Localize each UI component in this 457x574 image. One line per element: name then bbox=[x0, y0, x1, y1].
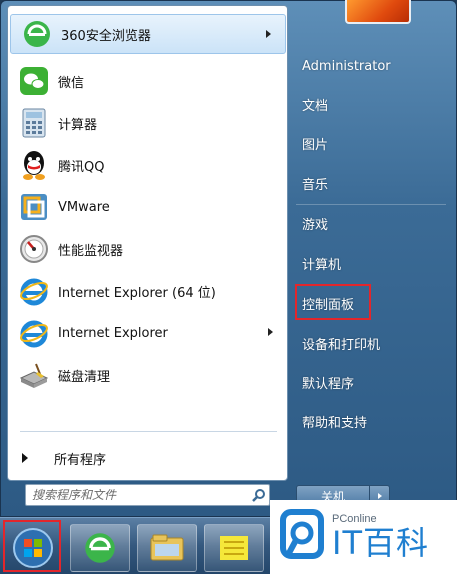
menu-label: Administrator bbox=[302, 58, 391, 74]
submenu-arrow-icon[interactable] bbox=[266, 30, 271, 38]
all-programs-button[interactable]: 所有程序 bbox=[8, 444, 287, 472]
menu-label: 游戏 bbox=[302, 217, 329, 233]
ie-icon bbox=[18, 275, 50, 307]
program-item-ie[interactable]: Internet Explorer bbox=[8, 313, 287, 353]
disk-cleanup-icon bbox=[18, 359, 50, 391]
program-label: 微信 bbox=[58, 75, 85, 91]
menu-item-pictures[interactable]: 图片 bbox=[302, 131, 328, 155]
menu-item-documents[interactable]: 文档 bbox=[302, 92, 328, 116]
start-button-highlight bbox=[3, 520, 61, 572]
360-browser-icon bbox=[85, 533, 115, 563]
submenu-arrow-icon[interactable] bbox=[268, 328, 273, 336]
program-label: 360安全浏览器 bbox=[61, 28, 151, 44]
menu-label: 帮助和支持 bbox=[302, 415, 368, 431]
qq-icon bbox=[18, 149, 50, 181]
watermark-brand-big: IT百科 bbox=[332, 524, 429, 562]
program-item-wechat[interactable]: 微信 bbox=[8, 61, 287, 101]
program-item-calculator[interactable]: 计算器 bbox=[8, 103, 287, 143]
360-browser-icon bbox=[21, 18, 53, 50]
wechat-icon bbox=[18, 65, 50, 97]
search-icon[interactable] bbox=[249, 485, 269, 505]
menu-label: 文档 bbox=[302, 98, 329, 114]
search-box bbox=[25, 484, 270, 506]
taskbar-explorer[interactable] bbox=[137, 524, 197, 572]
program-item-performance-monitor[interactable]: 性能监视器 bbox=[8, 229, 287, 269]
program-item-qq[interactable]: 腾讯QQ bbox=[8, 145, 287, 185]
menu-item-help-support[interactable]: 帮助和支持 bbox=[302, 409, 367, 433]
program-label: Internet Explorer bbox=[58, 325, 168, 341]
menu-item-devices-printers[interactable]: 设备和打印机 bbox=[302, 331, 380, 355]
program-label: 性能监视器 bbox=[58, 243, 124, 259]
calculator-icon bbox=[18, 107, 50, 139]
program-label: 计算器 bbox=[58, 117, 98, 133]
ie-icon bbox=[18, 317, 50, 349]
performance-monitor-icon bbox=[18, 233, 50, 265]
divider bbox=[20, 431, 277, 432]
menu-item-games[interactable]: 游戏 bbox=[302, 211, 328, 235]
menu-item-computer[interactable]: 计算机 bbox=[302, 251, 341, 275]
menu-label: 默认程序 bbox=[302, 376, 355, 392]
menu-item-administrator[interactable]: Administrator bbox=[302, 54, 391, 78]
program-label: Internet Explorer (64 位) bbox=[58, 285, 216, 301]
control-panel-highlight bbox=[295, 284, 371, 320]
arrow-right-icon bbox=[22, 453, 28, 463]
folder-icon bbox=[150, 534, 184, 561]
menu-label: 音乐 bbox=[302, 177, 329, 193]
program-list: 360安全浏览器 微信 计算器 腾讯QQ VMware 性能监视器 Intern… bbox=[8, 6, 287, 431]
program-label: 磁盘清理 bbox=[58, 369, 111, 385]
menu-label: 设备和打印机 bbox=[302, 337, 381, 353]
taskbar-360-browser[interactable] bbox=[70, 524, 130, 572]
vmware-icon bbox=[18, 191, 50, 223]
program-item-360-browser[interactable]: 360安全浏览器 bbox=[10, 14, 286, 54]
program-item-vmware[interactable]: VMware bbox=[8, 187, 287, 227]
program-label: 腾讯QQ bbox=[58, 159, 105, 175]
search-input[interactable] bbox=[26, 485, 249, 505]
watermark: PConline IT百科 bbox=[270, 500, 457, 574]
divider bbox=[296, 204, 446, 205]
user-picture[interactable] bbox=[345, 0, 411, 24]
program-label: VMware bbox=[58, 199, 110, 215]
chevron-right-icon bbox=[377, 493, 382, 499]
pconline-logo-icon bbox=[280, 509, 324, 559]
menu-item-music[interactable]: 音乐 bbox=[302, 171, 328, 195]
menu-label: 计算机 bbox=[302, 257, 342, 273]
document-icon bbox=[220, 536, 248, 560]
programs-panel: 360安全浏览器 微信 计算器 腾讯QQ VMware 性能监视器 Intern… bbox=[7, 5, 288, 481]
program-item-disk-cleanup[interactable]: 磁盘清理 bbox=[8, 355, 287, 395]
all-programs-label: 所有程序 bbox=[54, 452, 107, 468]
menu-label: 图片 bbox=[302, 137, 329, 153]
program-item-ie-64[interactable]: Internet Explorer (64 位) bbox=[8, 271, 287, 311]
menu-item-default-programs[interactable]: 默认程序 bbox=[302, 370, 354, 394]
taskbar-notepad[interactable] bbox=[204, 524, 264, 572]
